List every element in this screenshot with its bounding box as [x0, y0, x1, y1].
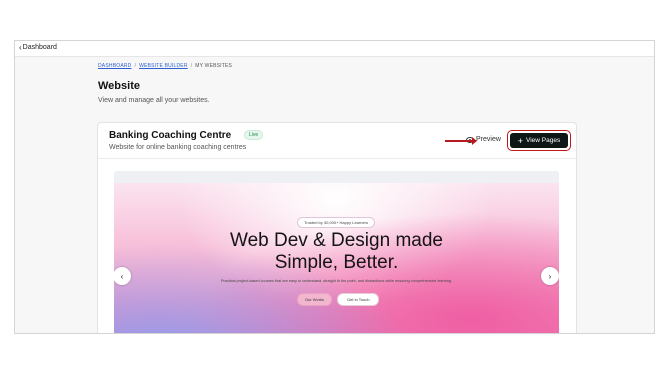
- hero-buttons: Our Works Get in Touch: [297, 293, 380, 306]
- top-bar: ‹ Dashboard: [15, 41, 654, 57]
- carousel-prev-button[interactable]: ‹: [114, 267, 131, 285]
- breadcrumb-separator: /: [134, 63, 137, 69]
- get-in-touch-button[interactable]: Get in Touch: [337, 293, 380, 306]
- hero-section: Trusted by 30,000+ Happy Learners Web De…: [114, 183, 559, 333]
- website-name: Banking Coaching Centre: [109, 130, 232, 141]
- hero-paragraph: Practical project-based courses that are…: [220, 279, 453, 283]
- headline-line-2: Simple, Better.: [274, 252, 399, 273]
- breadcrumb-current: MY WEBSITES: [195, 63, 233, 69]
- breadcrumb-website-builder[interactable]: WEBSITE BUILDER: [139, 63, 188, 69]
- status-badge: Live: [244, 130, 264, 140]
- breadcrumb-separator: /: [190, 63, 193, 69]
- website-card-header: Banking Coaching Centre Live Website for…: [98, 123, 576, 159]
- page-subtitle: View and manage all your websites.: [98, 97, 210, 104]
- chevron-left-icon: ‹: [120, 271, 124, 281]
- breadcrumb: DASHBOARD / WEBSITE BUILDER / MY WEBSITE…: [98, 63, 232, 69]
- hero-headline: Web Dev & Design made Simple, Better.: [114, 230, 559, 274]
- page-title: Website: [98, 80, 140, 92]
- plus-icon: +: [517, 135, 524, 146]
- view-pages-button[interactable]: + View Pages: [510, 133, 568, 148]
- view-pages-label: View Pages: [526, 137, 561, 144]
- annotation-arrow: [445, 137, 477, 145]
- chevron-right-icon: ›: [548, 271, 552, 281]
- preview-label: Preview: [476, 136, 501, 143]
- headline-line-1: Web Dev & Design made: [230, 230, 443, 251]
- our-works-button[interactable]: Our Works: [297, 293, 333, 306]
- back-label: Dashboard: [22, 44, 57, 51]
- app-window: ‹ Dashboard DASHBOARD / WEBSITE BUILDER …: [14, 40, 655, 334]
- carousel-next-button[interactable]: ›: [541, 267, 559, 285]
- website-description: Website for online banking coaching cent…: [109, 144, 247, 151]
- back-to-dashboard-link[interactable]: ‹ Dashboard: [19, 43, 57, 52]
- trusted-pill: Trusted by 30,000+ Happy Learners: [297, 217, 376, 228]
- chevron-left-icon: ‹: [19, 43, 22, 52]
- website-card: Banking Coaching Centre Live Website for…: [97, 122, 577, 333]
- breadcrumb-dashboard[interactable]: DASHBOARD: [98, 63, 131, 69]
- website-preview: Trusted by 30,000+ Happy Learners Web De…: [114, 171, 559, 333]
